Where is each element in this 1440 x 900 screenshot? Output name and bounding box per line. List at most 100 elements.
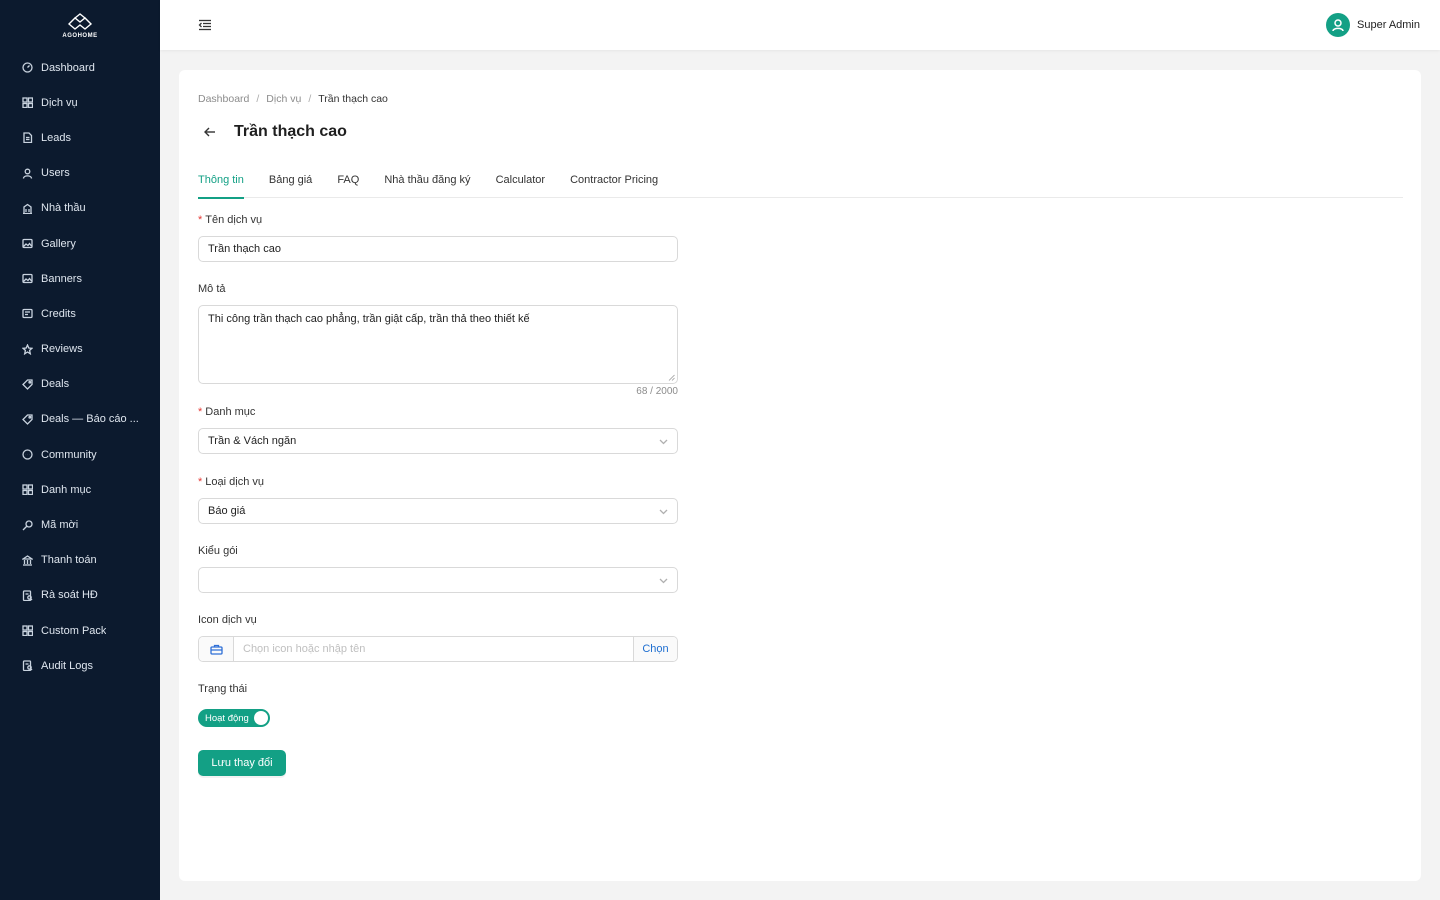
page-title: Trần thạch cao [234, 123, 347, 140]
sidebar-item-label: Dịch vụ [41, 96, 78, 109]
sidebar-item[interactable]: Gallery [0, 226, 160, 261]
tab[interactable]: Bảng giá [269, 170, 312, 198]
sidebar-item[interactable]: Reviews [0, 332, 160, 367]
sidebar-item-label: Nhà thầu [41, 202, 86, 215]
status-toggle-label: Hoạt động [205, 712, 249, 724]
package-type-select[interactable] [198, 567, 678, 593]
bank-icon [22, 554, 33, 566]
sidebar-item-label: Deals — Báo cáo ... [41, 413, 139, 426]
user-icon [1332, 19, 1344, 32]
grid-icon [22, 484, 33, 496]
save-button[interactable]: Lưu thay đổi [198, 750, 286, 776]
required-mark: * [198, 406, 203, 418]
tab-bar: Thông tin Bảng giá FAQ Nhà thầu đăng ký Calc… [198, 170, 1403, 199]
title-row: Trần thạch cao [203, 123, 347, 141]
back-arrow-icon[interactable] [203, 125, 217, 139]
status-toggle[interactable]: Hoạt động [198, 709, 270, 727]
sidebar-item[interactable]: Rà soát HĐ [0, 578, 160, 613]
sidebar-item-label: Users [41, 167, 70, 180]
key-icon [22, 519, 33, 531]
wallet-icon [22, 308, 33, 319]
sidebar-item[interactable]: Danh mục [0, 472, 160, 507]
logo-icon [67, 12, 93, 30]
tag-icon [22, 379, 33, 390]
sidebar-item[interactable]: Leads [0, 120, 160, 155]
grid-icon [22, 625, 33, 637]
grid-icon [22, 97, 33, 109]
icon-input[interactable]: Chọn icon hoặc nhập tên [234, 637, 633, 661]
star-icon [22, 343, 33, 355]
sidebar-item-label: Danh mục [41, 483, 92, 496]
toggle-knob [254, 711, 268, 725]
building-icon [22, 203, 33, 214]
tab[interactable]: Contractor Pricing [570, 170, 658, 198]
required-mark: * [198, 476, 203, 488]
sidebar-item[interactable]: Deals — Báo cáo ... [0, 402, 160, 437]
sidebar-item[interactable]: Thanh toán [0, 543, 160, 578]
tab[interactable]: Calculator [496, 170, 546, 198]
audit-icon [22, 660, 33, 672]
sidebar-item[interactable]: Deals [0, 367, 160, 402]
tab[interactable]: Nhà thầu đăng ký [384, 170, 470, 198]
breadcrumb-link-services[interactable]: Dịch vụ [266, 93, 301, 105]
sidebar-item-label: Deals [41, 378, 70, 391]
user-name: Super Admin [1357, 19, 1420, 31]
sidebar-item[interactable]: Dịch vụ [0, 85, 160, 120]
sidebar-item-label: Reviews [41, 343, 83, 356]
breadcrumb-current: Trần thạch cao [318, 93, 388, 105]
menu-toggle-icon[interactable] [198, 19, 212, 31]
status-label: Trạng thái [198, 683, 248, 695]
description-textarea[interactable]: Thi công trần thạch cao phẳng, trần giật… [198, 305, 678, 384]
top-header: Super Admin [160, 0, 1440, 50]
sidebar-item-label: Gallery [41, 237, 76, 250]
breadcrumb-link-dashboard[interactable]: Dashboard [198, 93, 249, 105]
sidebar-item[interactable]: Community [0, 437, 160, 472]
sidebar-item-label: Dashboard [41, 61, 95, 74]
sidebar-item-label: Community [41, 448, 97, 461]
name-label: * Tên dịch vụ [198, 214, 263, 226]
tag-icon [22, 414, 33, 425]
sidebar: AGOHOME Dashboard Dịch vụ Leads Users Nhà th… [0, 0, 160, 900]
brand-logo[interactable]: AGOHOME [0, 0, 160, 50]
sidebar-item-label: Banners [41, 272, 82, 285]
sidebar-item[interactable]: Audit Logs [0, 648, 160, 683]
chevron-down-icon [659, 507, 668, 516]
package-type-label: Kiểu gói [198, 545, 238, 557]
avatar [1326, 13, 1351, 37]
sidebar-item-label: Thanh toán [41, 554, 97, 567]
sidebar-item[interactable]: Banners [0, 261, 160, 296]
tab[interactable]: FAQ [337, 170, 359, 198]
description-label: Mô tả [198, 283, 226, 295]
chevron-down-icon [659, 576, 668, 585]
choose-icon-button[interactable]: Chọn [633, 637, 677, 661]
user-menu[interactable]: Super Admin [1326, 13, 1420, 37]
brand-name: AGOHOME [62, 32, 98, 39]
chevron-down-icon [659, 437, 668, 446]
icon-picker: Chọn icon hoặc nhập tên Chọn [198, 636, 678, 662]
sidebar-item-label: Credits [41, 307, 76, 320]
char-counter: 68 / 2000 [636, 386, 678, 397]
sidebar-item[interactable]: Custom Pack [0, 613, 160, 648]
chat-icon [22, 449, 33, 460]
service-type-select[interactable]: Báo giá [198, 498, 678, 524]
icon-label: Icon dịch vụ [198, 614, 257, 626]
sidebar-item[interactable]: Mã mời [0, 507, 160, 542]
audit-icon [22, 590, 33, 601]
tab[interactable]: Thông tin [198, 170, 244, 199]
sidebar-item[interactable]: Dashboard [0, 50, 160, 85]
sidebar-item[interactable]: Credits [0, 296, 160, 331]
image-icon [22, 238, 33, 249]
sidebar-item[interactable]: Nhà thầu [0, 191, 160, 226]
resize-handle-icon[interactable] [668, 374, 675, 381]
breadcrumb-separator: / [256, 93, 260, 105]
file-icon [22, 132, 33, 144]
breadcrumb: Dashboard / Dịch vụ / Trần thạch cao [198, 93, 388, 105]
category-select[interactable]: Trần & Vách ngăn [198, 428, 678, 454]
sidebar-item-label: Mã mời [41, 519, 79, 532]
category-label: * Danh mục [198, 406, 256, 418]
name-input[interactable]: Trần thạch cao [198, 236, 678, 262]
sidebar-item-label: Custom Pack [41, 624, 107, 637]
content-card: Dashboard / Dịch vụ / Trần thạch cao Trầ… [179, 70, 1421, 881]
sidebar-item[interactable]: Users [0, 156, 160, 191]
breadcrumb-separator: / [308, 93, 312, 105]
